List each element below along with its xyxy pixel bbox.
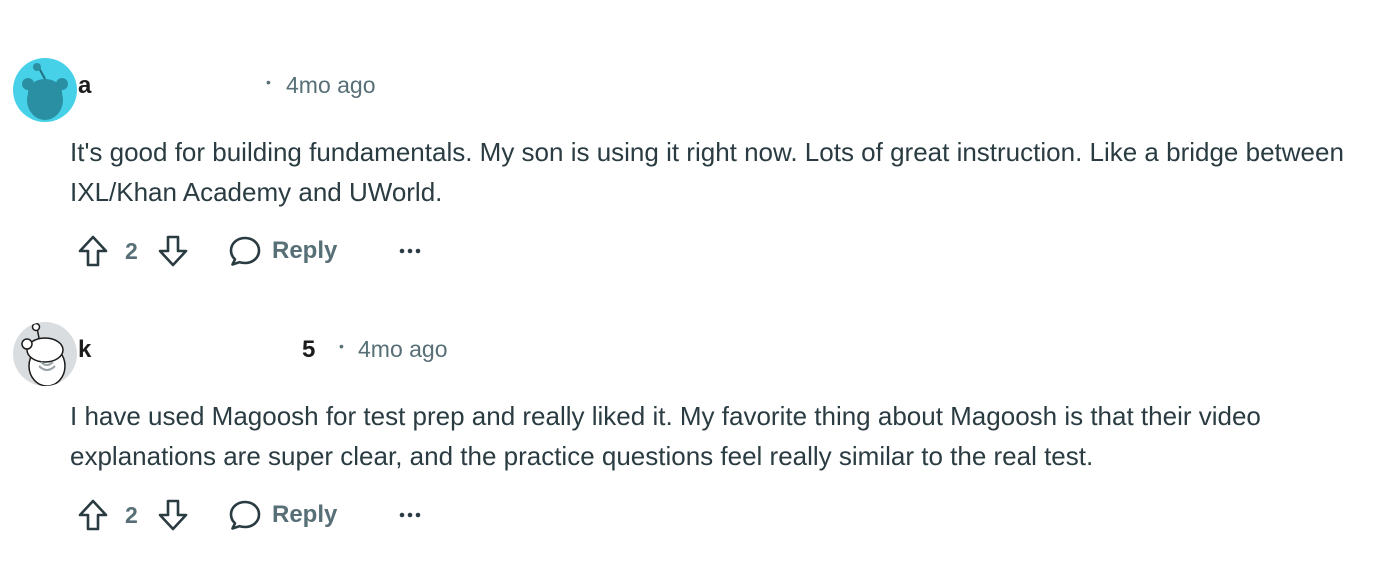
more-options-button[interactable] xyxy=(392,493,428,537)
comment-actions: 2 Reply xyxy=(70,493,470,537)
downvote-icon xyxy=(158,499,188,531)
reply-bubble-icon xyxy=(229,236,261,266)
reply-button[interactable]: Reply xyxy=(228,229,348,273)
reply-bubble-icon xyxy=(229,500,261,530)
upvote-button[interactable] xyxy=(70,229,116,273)
more-options-icon xyxy=(399,248,421,254)
vote-count: 2 xyxy=(125,502,138,528)
vote-count: 2 xyxy=(125,238,138,264)
timestamp[interactable]: 4mo ago xyxy=(286,72,376,99)
more-options-icon xyxy=(399,512,421,518)
downvote-button[interactable] xyxy=(150,493,196,537)
user-avatar[interactable] xyxy=(13,58,77,122)
meta-separator: • xyxy=(339,338,344,354)
upvote-icon xyxy=(78,499,108,531)
downvote-button[interactable] xyxy=(150,229,196,273)
reply-label: Reply xyxy=(272,501,338,528)
author-name-end[interactable]: 5 xyxy=(302,336,315,364)
downvote-icon xyxy=(158,235,188,267)
reply-button[interactable]: Reply xyxy=(228,493,348,537)
author-name[interactable]: a xyxy=(78,72,92,100)
upvote-button[interactable] xyxy=(70,493,116,537)
snoo-avatar-icon xyxy=(13,58,77,122)
comment-body: I have used Magoosh for test prep and re… xyxy=(70,401,1261,471)
user-avatar[interactable] xyxy=(13,322,77,386)
meta-separator: • xyxy=(266,74,271,90)
reply-label: Reply xyxy=(272,237,338,264)
upvote-icon xyxy=(78,235,108,267)
comment-actions: 2 Reply xyxy=(70,229,470,273)
author-name[interactable]: k xyxy=(78,336,92,364)
timestamp[interactable]: 4mo ago xyxy=(358,336,448,363)
snoo-avatar-icon xyxy=(13,322,77,386)
comment-body: It's good for building fundamentals. My … xyxy=(70,137,1344,207)
more-options-button[interactable] xyxy=(392,229,428,273)
